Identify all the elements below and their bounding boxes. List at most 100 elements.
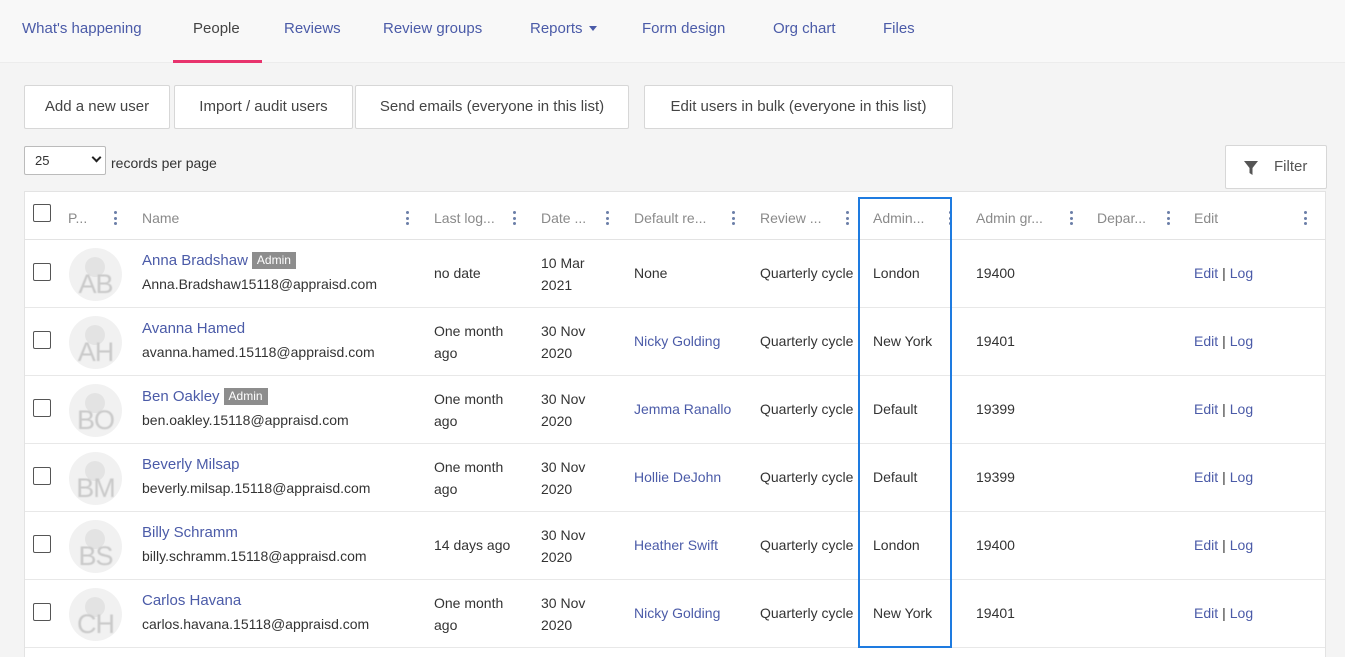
col-date-header[interactable]: Date ... bbox=[541, 192, 586, 240]
table-row[interactable]: CH Carlos Havana carlos.havana.15118@app… bbox=[25, 580, 1325, 648]
avatar: BS bbox=[69, 520, 122, 573]
edit-link[interactable]: Edit bbox=[1194, 333, 1218, 349]
col-admin-menu-icon[interactable] bbox=[949, 211, 952, 225]
col-review-menu-icon[interactable] bbox=[846, 211, 849, 225]
col-edit-menu-icon[interactable] bbox=[1304, 211, 1307, 225]
default-reviewer-cell[interactable]: Heather Swift bbox=[634, 537, 718, 553]
log-link[interactable]: Log bbox=[1230, 469, 1253, 485]
default-reviewer-cell[interactable]: Jemma Ranallo bbox=[634, 401, 731, 417]
edit-link[interactable]: Edit bbox=[1194, 265, 1218, 281]
tab-reports-label: Reports bbox=[530, 20, 583, 37]
select-all-checkbox[interactable] bbox=[33, 204, 51, 222]
col-last-login-header[interactable]: Last log... bbox=[434, 192, 495, 240]
records-per-page-select[interactable]: 25 bbox=[24, 146, 106, 175]
tab-reviews[interactable]: Reviews bbox=[284, 0, 341, 63]
row-checkbox[interactable] bbox=[33, 603, 51, 621]
tab-whats-happening[interactable]: What's happening bbox=[22, 0, 142, 63]
edit-link[interactable]: Edit bbox=[1194, 605, 1218, 621]
user-email: carlos.havana.15118@appraisd.com bbox=[142, 616, 370, 632]
row-actions: Edit | Log bbox=[1194, 333, 1254, 349]
last-login-cell: no date bbox=[434, 265, 481, 281]
row-actions: Edit | Log bbox=[1194, 605, 1254, 621]
tab-files[interactable]: Files bbox=[883, 0, 915, 63]
send-emails-button[interactable]: Send emails (everyone in this list) bbox=[355, 85, 629, 129]
user-email: ben.oakley.15118@appraisd.com bbox=[142, 412, 349, 428]
filter-button[interactable]: Filter bbox=[1225, 145, 1327, 189]
col-department-menu-icon[interactable] bbox=[1167, 211, 1170, 225]
review-cycle-cell: Quarterly cycle bbox=[760, 265, 854, 281]
date-cell: 30 Nov 2020 bbox=[541, 391, 586, 429]
user-name-link[interactable]: Beverly Milsap bbox=[142, 456, 240, 473]
col-photo-header[interactable]: P... bbox=[68, 192, 87, 240]
table-row[interactable]: BO Ben Oakley Admin ben.oakley.15118@appr… bbox=[25, 376, 1325, 444]
col-date-menu-icon[interactable] bbox=[606, 211, 609, 225]
tab-people[interactable]: People bbox=[193, 0, 240, 63]
log-link[interactable]: Log bbox=[1230, 401, 1253, 417]
col-admin-header[interactable]: Admin... bbox=[873, 192, 924, 240]
log-link[interactable]: Log bbox=[1230, 265, 1253, 281]
import-audit-users-button[interactable]: Import / audit users bbox=[174, 85, 353, 129]
user-name-link[interactable]: Ben Oakley bbox=[142, 388, 220, 405]
top-nav: What's happening People Reviews Review g… bbox=[0, 0, 1345, 63]
log-link[interactable]: Log bbox=[1230, 605, 1253, 621]
col-edit-header[interactable]: Edit bbox=[1194, 192, 1218, 240]
default-reviewer-cell[interactable]: Hollie DeJohn bbox=[634, 469, 721, 485]
review-cycle-cell: Quarterly cycle bbox=[760, 605, 854, 621]
records-per-page-label: records per page bbox=[111, 155, 217, 171]
row-actions: Edit | Log bbox=[1194, 401, 1254, 417]
col-last-login-menu-icon[interactable] bbox=[513, 211, 516, 225]
review-cycle-cell: Quarterly cycle bbox=[760, 537, 854, 553]
date-cell: 30 Nov 2020 bbox=[541, 459, 586, 497]
col-admin-group-header[interactable]: Admin gr... bbox=[976, 192, 1043, 240]
edit-users-bulk-button[interactable]: Edit users in bulk (everyone in this lis… bbox=[644, 85, 953, 129]
review-cycle-cell: Quarterly cycle bbox=[760, 401, 854, 417]
last-login-cell: One month ago bbox=[434, 391, 504, 429]
col-review-header[interactable]: Review ... bbox=[760, 192, 821, 240]
admin-cell: London bbox=[873, 265, 920, 281]
avatar-initials: AH bbox=[77, 337, 115, 367]
table-header: P... Name Last log... Date ... Default r… bbox=[25, 192, 1325, 240]
filter-icon bbox=[1244, 161, 1258, 175]
row-checkbox[interactable] bbox=[33, 331, 51, 349]
table-row[interactable]: BM Beverly Milsap beverly.milsap.15118@a… bbox=[25, 444, 1325, 512]
col-photo-menu-icon[interactable] bbox=[114, 211, 117, 225]
last-login-cell: One month ago bbox=[434, 323, 504, 361]
edit-link[interactable]: Edit bbox=[1194, 537, 1218, 553]
user-name-link[interactable]: Carlos Havana bbox=[142, 592, 241, 609]
log-link[interactable]: Log bbox=[1230, 333, 1253, 349]
col-department-header[interactable]: Depar... bbox=[1097, 192, 1146, 240]
user-email: billy.schramm.15118@appraisd.com bbox=[142, 548, 367, 564]
col-name-header[interactable]: Name bbox=[142, 192, 179, 240]
col-default-reviewer-header[interactable]: Default re... bbox=[634, 192, 706, 240]
user-name-link[interactable]: Anna Bradshaw bbox=[142, 252, 248, 269]
avatar: AB bbox=[69, 248, 122, 301]
user-name-link[interactable]: Billy Schramm bbox=[142, 524, 238, 541]
row-checkbox[interactable] bbox=[33, 467, 51, 485]
table-row[interactable]: AB Anna Bradshaw Admin Anna.Bradshaw15118… bbox=[25, 240, 1325, 308]
table-row[interactable]: AH Avanna Hamed avanna.hamed.15118@appra… bbox=[25, 308, 1325, 376]
row-checkbox[interactable] bbox=[33, 263, 51, 281]
table-row[interactable]: BS Billy Schramm billy.schramm.15118@app… bbox=[25, 512, 1325, 580]
tab-org-chart[interactable]: Org chart bbox=[773, 0, 836, 63]
default-reviewer-cell[interactable]: Nicky Golding bbox=[634, 333, 720, 349]
tab-reports[interactable]: Reports bbox=[530, 0, 597, 63]
tab-form-design[interactable]: Form design bbox=[642, 0, 725, 63]
default-reviewer-cell[interactable]: Nicky Golding bbox=[634, 605, 720, 621]
user-name-link[interactable]: Avanna Hamed bbox=[142, 320, 245, 337]
col-admin-group-menu-icon[interactable] bbox=[1070, 211, 1073, 225]
review-cycle-cell: Quarterly cycle bbox=[760, 333, 854, 349]
tab-review-groups[interactable]: Review groups bbox=[383, 0, 482, 63]
add-user-button[interactable]: Add a new user bbox=[24, 85, 170, 129]
admin-group-cell: 19400 bbox=[976, 537, 1015, 553]
col-default-reviewer-menu-icon[interactable] bbox=[732, 211, 735, 225]
edit-link[interactable]: Edit bbox=[1194, 401, 1218, 417]
row-checkbox[interactable] bbox=[33, 399, 51, 417]
col-name-menu-icon[interactable] bbox=[406, 211, 409, 225]
date-cell: 30 Nov 2020 bbox=[541, 527, 586, 565]
admin-cell: Default bbox=[873, 469, 918, 485]
log-link[interactable]: Log bbox=[1230, 537, 1253, 553]
row-checkbox[interactable] bbox=[33, 535, 51, 553]
avatar-initials: BS bbox=[78, 541, 113, 571]
edit-link[interactable]: Edit bbox=[1194, 469, 1218, 485]
admin-group-cell: 19400 bbox=[976, 265, 1015, 281]
